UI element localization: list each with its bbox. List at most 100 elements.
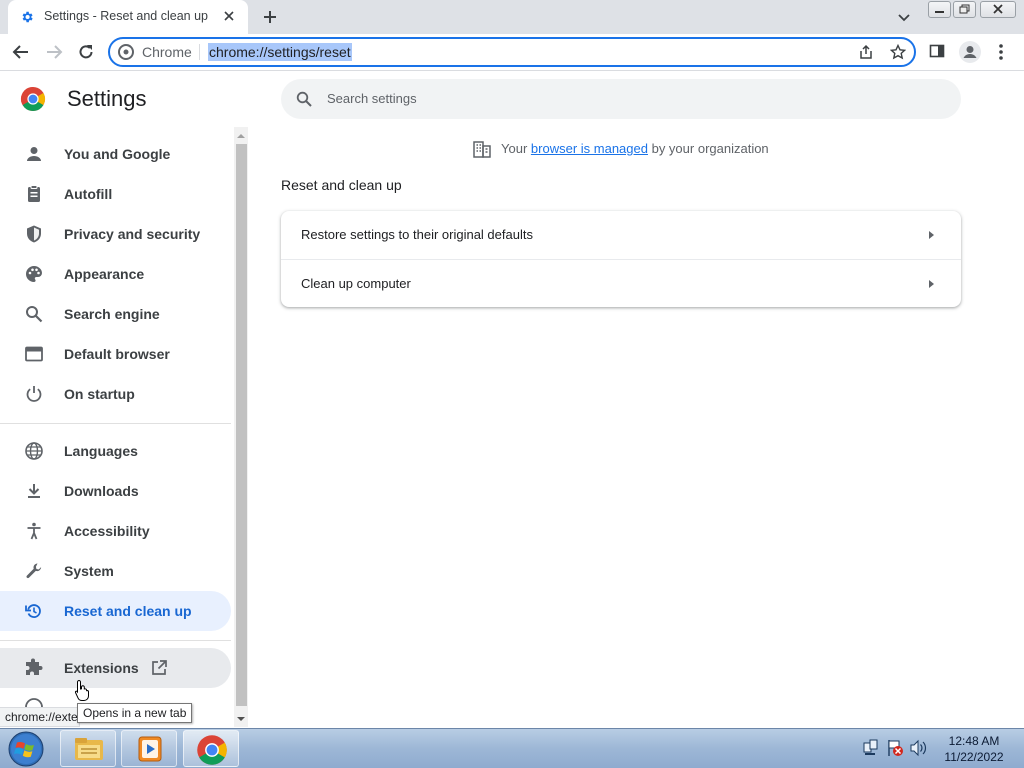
- clean-up-computer-row[interactable]: Clean up computer: [281, 259, 961, 307]
- open-in-new-tab-icon[interactable]: [150, 659, 168, 677]
- nav-label: You and Google: [64, 146, 171, 162]
- wrench-icon: [24, 561, 44, 581]
- palette-icon: [24, 264, 44, 284]
- nav-label: Privacy and security: [64, 226, 201, 242]
- search-icon: [24, 304, 44, 324]
- nav-label: Extensions: [64, 660, 139, 676]
- nav-item-autofill[interactable]: Autofill: [0, 174, 231, 214]
- nav-item-reset-and-clean-up[interactable]: Reset and clean up: [0, 591, 231, 631]
- nav-label: Default browser: [64, 346, 170, 362]
- nav-divider: [0, 423, 231, 424]
- url-text[interactable]: chrome://settings/reset: [208, 43, 352, 61]
- nav-item-languages[interactable]: Languages: [0, 431, 231, 471]
- nav-divider: [0, 640, 231, 641]
- share-icon[interactable]: [858, 44, 874, 60]
- nav-item-you-and-google[interactable]: You and Google: [0, 134, 231, 174]
- restore-window-button[interactable]: [953, 1, 976, 18]
- arrow-right-icon: [925, 278, 937, 290]
- forward-arrow-icon[interactable]: [45, 43, 63, 61]
- nav-label: Reset and clean up: [64, 603, 192, 619]
- side-panel-icon[interactable]: [929, 43, 945, 59]
- back-arrow-icon[interactable]: [12, 43, 30, 61]
- restore-settings-row[interactable]: Restore settings to their original defau…: [281, 211, 961, 259]
- media-player-icon: [134, 734, 166, 764]
- scrollbar-thumb[interactable]: [236, 144, 247, 706]
- volume-icon: [910, 739, 927, 757]
- puzzle-icon: [24, 658, 44, 678]
- nav-label: Appearance: [64, 266, 145, 282]
- nav-item-accessibility[interactable]: Accessibility: [0, 511, 231, 551]
- status-bubble: chrome://exte: [0, 707, 80, 727]
- clipboard-icon: [24, 184, 44, 204]
- search-settings-field[interactable]: Search settings: [281, 79, 961, 119]
- nav-item-extensions[interactable]: Extensions: [0, 648, 231, 688]
- power-icon: [24, 384, 44, 404]
- address-bar[interactable]: Chrome chrome://settings/reset: [108, 37, 916, 67]
- taskbar-chrome-button[interactable]: [183, 730, 239, 767]
- row-label: Clean up computer: [301, 276, 411, 291]
- browser-tab[interactable]: Settings - Reset and clean up: [8, 0, 248, 34]
- nav-item-default-browser[interactable]: Default browser: [0, 334, 231, 374]
- person-icon: [24, 144, 44, 164]
- download-icon: [24, 481, 44, 501]
- omnibox-chip: Chrome: [142, 44, 192, 60]
- taskbar-media-player-button[interactable]: [121, 730, 177, 767]
- reset-icon: [24, 601, 44, 621]
- browser-managed-link[interactable]: browser is managed: [531, 141, 648, 156]
- nav-label: Autofill: [64, 186, 113, 202]
- managed-prefix: Your: [501, 141, 528, 156]
- taskbar-explorer-button[interactable]: [60, 730, 116, 767]
- about-icon-partial: [24, 697, 54, 707]
- nav-item-privacy-and-security[interactable]: Privacy and security: [0, 214, 231, 254]
- browser-window-icon: [24, 344, 44, 364]
- nav-label: System: [64, 563, 114, 579]
- hand-cursor-icon: [74, 679, 90, 701]
- more-menu-icon[interactable]: [996, 43, 1006, 61]
- chrome-logo: [20, 86, 46, 112]
- nav-item-search-engine[interactable]: Search engine: [0, 294, 231, 334]
- settings-title: Settings: [67, 86, 147, 111]
- nav-label: Languages: [64, 443, 138, 459]
- system-tray: [862, 737, 928, 759]
- close-tab-icon[interactable]: [222, 9, 236, 23]
- nav-label: Search engine: [64, 306, 160, 322]
- chevron-down-icon[interactable]: [896, 9, 912, 25]
- folder-icon: [73, 734, 105, 764]
- tab-title: Settings - Reset and clean up: [44, 9, 208, 23]
- windows-start-icon[interactable]: [6, 731, 46, 767]
- action-center-flag-icon: [888, 740, 903, 756]
- new-tab-icon[interactable]: [260, 7, 280, 27]
- tooltip: Opens in a new tab: [77, 703, 193, 723]
- managed-suffix: by your organization: [651, 141, 769, 156]
- nav-item-system[interactable]: System: [0, 551, 231, 591]
- clock-time: 12:48 AM: [948, 734, 1000, 748]
- taskbar-clock[interactable]: 12:48 AM 11/22/2022: [934, 733, 1014, 765]
- arrow-right-icon: [925, 229, 937, 241]
- chrome-site-icon[interactable]: [118, 44, 134, 60]
- network-icon: [863, 739, 878, 755]
- omnibox-divider: [199, 44, 200, 60]
- close-window-button[interactable]: [980, 1, 1016, 18]
- nav-item-appearance[interactable]: Appearance: [0, 254, 231, 294]
- reset-card: Restore settings to their original defau…: [281, 211, 961, 307]
- reload-icon[interactable]: [77, 43, 95, 61]
- tab-strip: Settings - Reset and clean up: [0, 0, 1024, 34]
- minimize-window-button[interactable]: [928, 1, 951, 18]
- chrome-icon: [196, 734, 228, 766]
- globe-icon: [24, 441, 44, 461]
- nav-item-downloads[interactable]: Downloads: [0, 471, 231, 511]
- browser-toolbar: Chrome chrome://settings/reset: [0, 34, 1024, 71]
- clock-date: 11/22/2022: [944, 750, 1004, 764]
- building-icon: [472, 140, 492, 158]
- row-label: Restore settings to their original defau…: [301, 227, 533, 242]
- nav-label: Downloads: [64, 483, 139, 499]
- shield-icon: [24, 224, 44, 244]
- nav-item-on-startup[interactable]: On startup: [0, 374, 231, 414]
- search-placeholder: Search settings: [327, 91, 417, 106]
- search-icon: [295, 90, 313, 108]
- windows-taskbar: 12:48 AM 11/22/2022: [0, 728, 1024, 768]
- section-title: Reset and clean up: [281, 177, 402, 193]
- accessibility-icon: [24, 521, 44, 541]
- profile-avatar-icon[interactable]: [959, 41, 981, 63]
- bookmark-star-icon[interactable]: [890, 44, 906, 60]
